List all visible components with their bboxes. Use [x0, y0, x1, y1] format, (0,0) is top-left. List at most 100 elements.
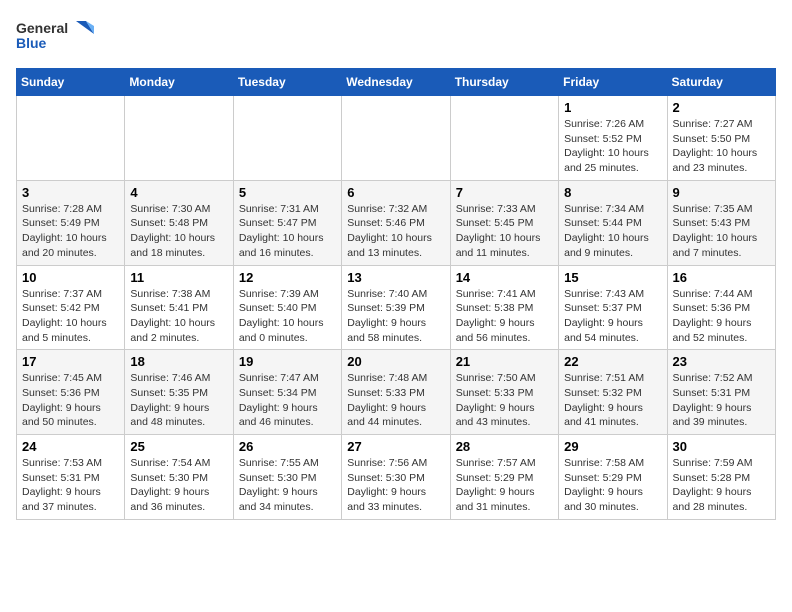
day-info: Sunrise: 7:32 AM Sunset: 5:46 PM Dayligh… — [347, 202, 444, 261]
calendar-cell: 23 Sunrise: 7:52 AM Sunset: 5:31 PM Dayli… — [667, 350, 775, 435]
day-info: Sunrise: 7:46 AM Sunset: 5:35 PM Dayligh… — [130, 371, 227, 430]
day-info: Sunrise: 7:54 AM Sunset: 5:30 PM Dayligh… — [130, 456, 227, 515]
day-info: Sunrise: 7:58 AM Sunset: 5:29 PM Dayligh… — [564, 456, 661, 515]
day-number: 10 — [22, 270, 119, 285]
day-info: Sunrise: 7:48 AM Sunset: 5:33 PM Dayligh… — [347, 371, 444, 430]
day-number: 3 — [22, 185, 119, 200]
day-number: 7 — [456, 185, 553, 200]
day-number: 4 — [130, 185, 227, 200]
calendar-week-row: 1Sunrise: 7:26 AM Sunset: 5:52 PM Daylig… — [17, 96, 776, 181]
day-info: Sunrise: 7:55 AM Sunset: 5:30 PM Dayligh… — [239, 456, 336, 515]
calendar-cell: 4 Sunrise: 7:30 AM Sunset: 5:48 PM Daylig… — [125, 180, 233, 265]
day-info: Sunrise: 7:51 AM Sunset: 5:32 PM Dayligh… — [564, 371, 661, 430]
day-number: 5 — [239, 185, 336, 200]
logo: GeneralBlue — [16, 16, 96, 56]
day-number: 2 — [673, 100, 770, 115]
calendar-cell — [233, 96, 341, 181]
calendar-cell: 7 Sunrise: 7:33 AM Sunset: 5:45 PM Daylig… — [450, 180, 558, 265]
weekday-header-thursday: Thursday — [450, 69, 558, 96]
day-info: Sunrise: 7:31 AM Sunset: 5:47 PM Dayligh… — [239, 202, 336, 261]
calendar-cell: 1Sunrise: 7:26 AM Sunset: 5:52 PM Daylig… — [559, 96, 667, 181]
calendar-cell: 2 Sunrise: 7:27 AM Sunset: 5:50 PM Daylig… — [667, 96, 775, 181]
weekday-header-tuesday: Tuesday — [233, 69, 341, 96]
svg-text:Blue: Blue — [16, 35, 47, 51]
logo-icon: GeneralBlue — [16, 16, 96, 56]
day-number: 14 — [456, 270, 553, 285]
day-info: Sunrise: 7:56 AM Sunset: 5:30 PM Dayligh… — [347, 456, 444, 515]
calendar-cell: 28Sunrise: 7:57 AM Sunset: 5:29 PM Dayli… — [450, 435, 558, 520]
weekday-header-friday: Friday — [559, 69, 667, 96]
calendar-table: SundayMondayTuesdayWednesdayThursdayFrid… — [16, 68, 776, 520]
day-number: 16 — [673, 270, 770, 285]
calendar-week-row: 3 Sunrise: 7:28 AM Sunset: 5:49 PM Daylig… — [17, 180, 776, 265]
day-info: Sunrise: 7:53 AM Sunset: 5:31 PM Dayligh… — [22, 456, 119, 515]
calendar-cell: 24Sunrise: 7:53 AM Sunset: 5:31 PM Dayli… — [17, 435, 125, 520]
calendar-cell: 26 Sunrise: 7:55 AM Sunset: 5:30 PM Dayli… — [233, 435, 341, 520]
weekday-header-saturday: Saturday — [667, 69, 775, 96]
day-number: 9 — [673, 185, 770, 200]
calendar-cell: 10Sunrise: 7:37 AM Sunset: 5:42 PM Dayli… — [17, 265, 125, 350]
day-info: Sunrise: 7:52 AM Sunset: 5:31 PM Dayligh… — [673, 371, 770, 430]
weekday-header-sunday: Sunday — [17, 69, 125, 96]
day-info: Sunrise: 7:33 AM Sunset: 5:45 PM Dayligh… — [456, 202, 553, 261]
day-info: Sunrise: 7:57 AM Sunset: 5:29 PM Dayligh… — [456, 456, 553, 515]
day-info: Sunrise: 7:35 AM Sunset: 5:43 PM Dayligh… — [673, 202, 770, 261]
calendar-cell: 29 Sunrise: 7:58 AM Sunset: 5:29 PM Dayli… — [559, 435, 667, 520]
calendar-cell: 11 Sunrise: 7:38 AM Sunset: 5:41 PM Dayli… — [125, 265, 233, 350]
day-number: 26 — [239, 439, 336, 454]
day-number: 17 — [22, 354, 119, 369]
calendar-cell: 20Sunrise: 7:48 AM Sunset: 5:33 PM Dayli… — [342, 350, 450, 435]
day-info: Sunrise: 7:41 AM Sunset: 5:38 PM Dayligh… — [456, 287, 553, 346]
calendar-cell: 22 Sunrise: 7:51 AM Sunset: 5:32 PM Dayli… — [559, 350, 667, 435]
calendar-cell: 17 Sunrise: 7:45 AM Sunset: 5:36 PM Dayli… — [17, 350, 125, 435]
calendar-week-row: 10Sunrise: 7:37 AM Sunset: 5:42 PM Dayli… — [17, 265, 776, 350]
calendar-cell — [450, 96, 558, 181]
calendar-cell: 27Sunrise: 7:56 AM Sunset: 5:30 PM Dayli… — [342, 435, 450, 520]
day-number: 19 — [239, 354, 336, 369]
day-number: 22 — [564, 354, 661, 369]
calendar-cell — [342, 96, 450, 181]
day-number: 21 — [456, 354, 553, 369]
calendar-cell: 9 Sunrise: 7:35 AM Sunset: 5:43 PM Daylig… — [667, 180, 775, 265]
day-info: Sunrise: 7:44 AM Sunset: 5:36 PM Dayligh… — [673, 287, 770, 346]
day-number: 8 — [564, 185, 661, 200]
day-info: Sunrise: 7:38 AM Sunset: 5:41 PM Dayligh… — [130, 287, 227, 346]
day-info: Sunrise: 7:50 AM Sunset: 5:33 PM Dayligh… — [456, 371, 553, 430]
day-info: Sunrise: 7:30 AM Sunset: 5:48 PM Dayligh… — [130, 202, 227, 261]
day-number: 18 — [130, 354, 227, 369]
calendar-cell: 14 Sunrise: 7:41 AM Sunset: 5:38 PM Dayli… — [450, 265, 558, 350]
calendar-cell — [125, 96, 233, 181]
day-number: 29 — [564, 439, 661, 454]
calendar-cell: 19 Sunrise: 7:47 AM Sunset: 5:34 PM Dayli… — [233, 350, 341, 435]
calendar-cell — [17, 96, 125, 181]
day-info: Sunrise: 7:26 AM Sunset: 5:52 PM Dayligh… — [564, 117, 661, 176]
day-number: 23 — [673, 354, 770, 369]
calendar-cell: 30 Sunrise: 7:59 AM Sunset: 5:28 PM Dayli… — [667, 435, 775, 520]
calendar-cell: 15Sunrise: 7:43 AM Sunset: 5:37 PM Dayli… — [559, 265, 667, 350]
calendar-week-row: 24Sunrise: 7:53 AM Sunset: 5:31 PM Dayli… — [17, 435, 776, 520]
day-info: Sunrise: 7:45 AM Sunset: 5:36 PM Dayligh… — [22, 371, 119, 430]
day-number: 30 — [673, 439, 770, 454]
day-number: 6 — [347, 185, 444, 200]
day-number: 13 — [347, 270, 444, 285]
day-number: 15 — [564, 270, 661, 285]
calendar-cell: 5 Sunrise: 7:31 AM Sunset: 5:47 PM Daylig… — [233, 180, 341, 265]
calendar-cell: 3 Sunrise: 7:28 AM Sunset: 5:49 PM Daylig… — [17, 180, 125, 265]
day-info: Sunrise: 7:34 AM Sunset: 5:44 PM Dayligh… — [564, 202, 661, 261]
day-info: Sunrise: 7:27 AM Sunset: 5:50 PM Dayligh… — [673, 117, 770, 176]
calendar-week-row: 17 Sunrise: 7:45 AM Sunset: 5:36 PM Dayli… — [17, 350, 776, 435]
day-info: Sunrise: 7:47 AM Sunset: 5:34 PM Dayligh… — [239, 371, 336, 430]
calendar-cell: 13Sunrise: 7:40 AM Sunset: 5:39 PM Dayli… — [342, 265, 450, 350]
calendar-cell: 25Sunrise: 7:54 AM Sunset: 5:30 PM Dayli… — [125, 435, 233, 520]
day-info: Sunrise: 7:28 AM Sunset: 5:49 PM Dayligh… — [22, 202, 119, 261]
calendar-cell: 6 Sunrise: 7:32 AM Sunset: 5:46 PM Daylig… — [342, 180, 450, 265]
weekday-header-wednesday: Wednesday — [342, 69, 450, 96]
day-info: Sunrise: 7:59 AM Sunset: 5:28 PM Dayligh… — [673, 456, 770, 515]
calendar-cell: 16 Sunrise: 7:44 AM Sunset: 5:36 PM Dayli… — [667, 265, 775, 350]
weekday-header-row: SundayMondayTuesdayWednesdayThursdayFrid… — [17, 69, 776, 96]
calendar-cell: 18 Sunrise: 7:46 AM Sunset: 5:35 PM Dayli… — [125, 350, 233, 435]
weekday-header-monday: Monday — [125, 69, 233, 96]
day-number: 11 — [130, 270, 227, 285]
svg-text:General: General — [16, 20, 68, 36]
calendar-cell: 12Sunrise: 7:39 AM Sunset: 5:40 PM Dayli… — [233, 265, 341, 350]
